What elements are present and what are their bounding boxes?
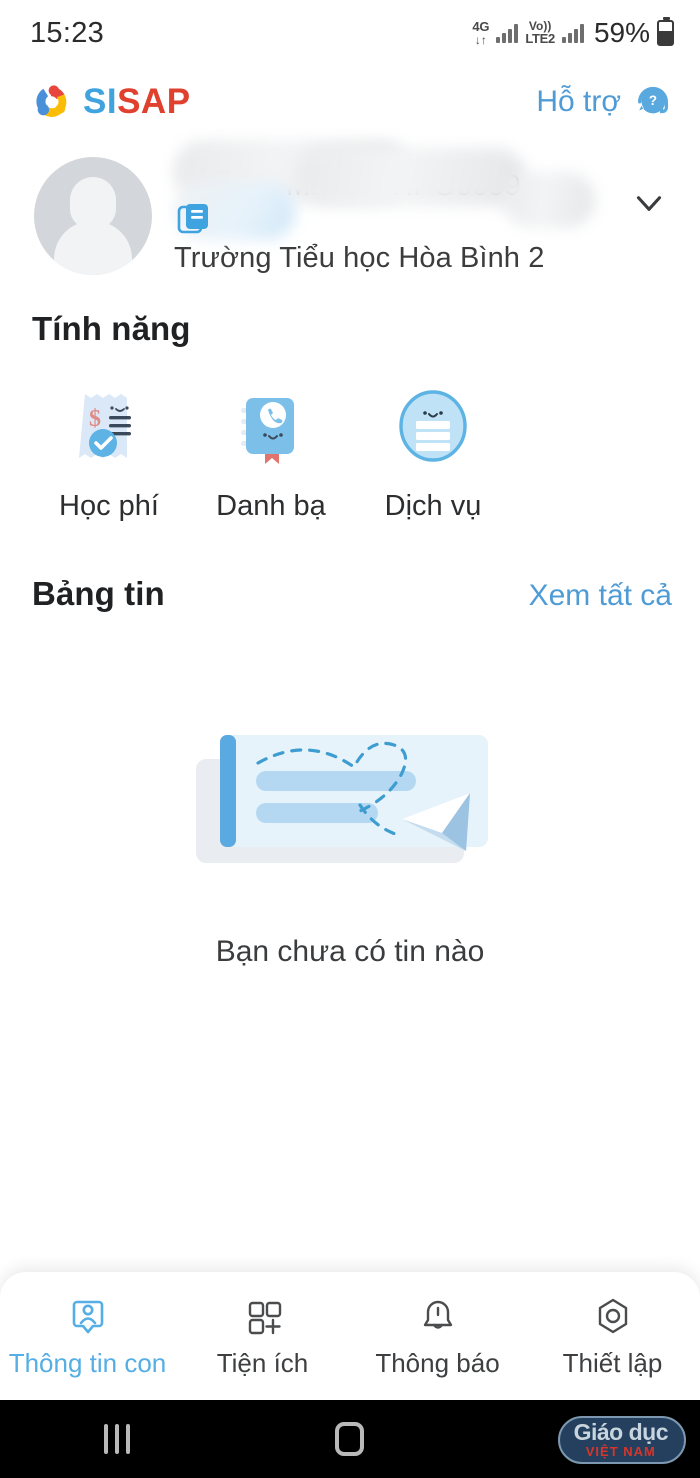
hexagon-gear-icon xyxy=(591,1294,635,1338)
brand-text-first: SI xyxy=(83,82,118,121)
app-header: SISAP Hỗ trợ ? xyxy=(0,66,700,138)
grid-plus-icon xyxy=(241,1294,285,1338)
data-transfer-arrows-icon: ↓↑ xyxy=(474,33,487,47)
sisap-logo-icon xyxy=(32,83,70,121)
watermark-badge: Giáo dục VIỆT NAM xyxy=(557,1416,686,1464)
news-section-title: Bảng tin xyxy=(32,575,165,612)
phonebook-icon xyxy=(227,382,315,470)
volte-indicator: Vo)) LTE2 xyxy=(525,20,555,46)
student-profile-card[interactable]: | Mã HS: HPG0099 Trường Tiểu học Hòa Bì xyxy=(0,138,700,288)
student-name-row: | Mã HS: HPG0099 xyxy=(166,140,628,240)
support-label: Hỗ trợ xyxy=(536,85,621,118)
feature-item-danh-ba[interactable]: Danh bạ xyxy=(190,382,352,523)
app-screen: 15:23 4G ↓↑ Vo)) LTE2 59% SISAP Hỗ trợ ?… xyxy=(0,0,700,1478)
person-badge-icon xyxy=(66,1294,110,1338)
recents-icon[interactable] xyxy=(0,1424,233,1454)
feature-label: Dịch vụ xyxy=(384,490,482,522)
nav-item-tien-ich[interactable]: Tiện ích xyxy=(175,1294,350,1379)
news-section-header: Bảng tin Xem tất cả xyxy=(0,575,700,613)
nav-label: Thông tin con xyxy=(8,1347,167,1378)
features-section-title: Tính năng xyxy=(32,310,191,347)
profile-details: | Mã HS: HPG0099 Trường Tiểu học Hòa Bì xyxy=(152,140,628,275)
headset-question-icon: ? xyxy=(632,79,674,126)
bottom-navigation-bar: Thông tin con Tiện ích Thông báo Thiết l… xyxy=(0,1272,700,1400)
school-name: Trường Tiểu học Hòa Bình 2 xyxy=(174,242,545,274)
battery-icon xyxy=(657,17,674,46)
home-icon[interactable] xyxy=(233,1422,466,1456)
nav-item-thiet-lap[interactable]: Thiết lập xyxy=(525,1294,700,1379)
nav-label: Thông báo xyxy=(375,1347,500,1378)
status-bar-indicators: 4G ↓↑ Vo)) LTE2 59% xyxy=(472,17,674,49)
network-type-indicator: 4G ↓↑ xyxy=(472,20,489,46)
feature-item-hoc-phi[interactable]: $ Học phí xyxy=(28,382,190,523)
avatar xyxy=(34,157,152,275)
app-logo: SISAP xyxy=(32,82,191,122)
features-grid: $ Học phí Danh bạ Dịch vụ xyxy=(0,348,700,523)
news-empty-state: Bạn chưa có tin nào xyxy=(0,717,700,969)
svg-text:$: $ xyxy=(89,406,101,432)
redacted-name-blur-2 xyxy=(296,148,526,206)
support-button[interactable]: Hỗ trợ ? xyxy=(536,79,674,126)
watermark-bottom-text: VIỆT NAM xyxy=(585,1444,656,1459)
nav-label: Tiện ích xyxy=(216,1347,309,1378)
chevron-down-icon[interactable] xyxy=(628,182,674,229)
watermark-top-text: Giáo dục xyxy=(573,1419,669,1445)
android-navigation-bar: Giáo dục VIỆT NAM xyxy=(0,1400,700,1478)
empty-message-envelope-illustration xyxy=(190,717,510,887)
feature-label: Học phí xyxy=(59,490,159,522)
redacted-code-blur xyxy=(503,172,595,228)
book-document-icon xyxy=(176,200,212,236)
service-list-circle-icon xyxy=(389,382,477,470)
signal-bars-icon-1 xyxy=(496,23,519,43)
battery-percent-label: 59% xyxy=(593,17,650,48)
nav-item-thong-tin-con[interactable]: Thông tin con xyxy=(0,1294,175,1379)
brand-text-second: SAP xyxy=(117,82,191,121)
status-bar: 15:23 4G ↓↑ Vo)) LTE2 59% xyxy=(0,0,700,66)
see-all-link[interactable]: Xem tất cả xyxy=(529,579,672,613)
svg-text:?: ? xyxy=(649,92,657,107)
receipt-dollar-check-icon: $ xyxy=(65,382,153,470)
brand-wordmark: SISAP xyxy=(83,82,191,122)
feature-label: Danh bạ xyxy=(216,490,326,522)
lte-label: LTE2 xyxy=(525,31,555,47)
signal-bars-icon-2 xyxy=(561,23,584,43)
nav-label: Thiết lập xyxy=(562,1347,663,1378)
bell-icon xyxy=(416,1294,460,1338)
giaoduc-watermark: Giáo dục VIỆT NAM xyxy=(557,1416,686,1464)
status-bar-clock: 15:23 xyxy=(30,16,105,49)
empty-state-text: Bạn chưa có tin nào xyxy=(215,935,485,968)
feature-item-dich-vu[interactable]: Dịch vụ xyxy=(352,382,514,523)
network-type-label: 4G xyxy=(472,19,490,34)
nav-item-thong-bao[interactable]: Thông báo xyxy=(350,1294,525,1379)
